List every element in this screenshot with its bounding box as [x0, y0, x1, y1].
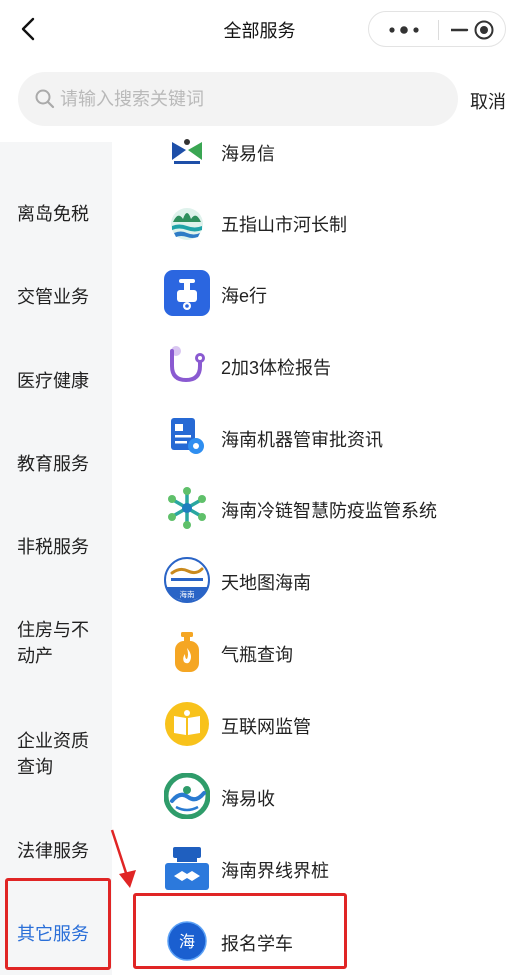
service-item-gas-cylinder[interactable]: 气瓶查询 [164, 629, 504, 675]
search-bar[interactable] [18, 72, 458, 126]
service-label: 海易收 [221, 789, 275, 809]
sidebar-item-duty-free[interactable]: 离岛免税 [17, 201, 107, 227]
category-sidebar: 离岛免税 交管业务 医疗健康 教育服务 非税服务 住房与不动产 企业资质查询 法… [0, 142, 112, 975]
more-dots-icon[interactable] [381, 22, 427, 38]
service-label: 报名学车 [221, 934, 293, 954]
service-label: 五指山市河长制 [221, 215, 347, 235]
nav-bar: 全部服务 [0, 0, 519, 58]
wuzhishan-river-chief-icon [171, 208, 203, 240]
service-label: 气瓶查询 [221, 645, 293, 665]
gas-cylinder-icon [175, 632, 199, 672]
red-arrow-icon [110, 829, 136, 888]
service-label: 海e行 [221, 286, 268, 306]
boundary-handshake-icon [165, 847, 209, 890]
snowflake-icon [168, 487, 206, 529]
scooter-icon [164, 270, 210, 316]
service-item-machine-approval[interactable]: 海南机器管审批资讯 [164, 414, 504, 460]
service-item-internet-supervision[interactable]: 互联网监管 [164, 701, 504, 747]
learn-driving-icon: 海 [167, 921, 207, 961]
sidebar-item-traffic[interactable]: 交管业务 [17, 284, 107, 310]
document-gear-icon [171, 418, 204, 454]
service-item-hai-e-xing[interactable]: 海e行 [164, 270, 504, 316]
sidebar-item-legal[interactable]: 法律服务 [17, 838, 107, 864]
service-item-hai-yi-shou[interactable]: 海易收 [164, 773, 504, 819]
search-icon [35, 89, 55, 109]
capsule-divider [438, 20, 439, 40]
service-label: 海南界线界桩 [221, 861, 329, 881]
learn-driving-icon-text: 海 [179, 932, 195, 951]
service-label: 海南冷链智慧防疫监管系统 [221, 501, 437, 521]
mini-program-capsule [368, 11, 506, 47]
service-label: 海易信 [221, 144, 275, 164]
service-item-hai-yi-xin[interactable]: 海易信 [164, 128, 504, 174]
sidebar-item-health[interactable]: 医疗健康 [17, 368, 107, 394]
tianditu-icon: 海南 [164, 557, 210, 603]
cancel-button[interactable]: 取消 [470, 88, 506, 114]
service-item-health-report[interactable]: 2加3体检报告 [164, 342, 504, 388]
sidebar-item-education[interactable]: 教育服务 [17, 451, 107, 477]
service-item-boundary[interactable]: 海南界线界桩 [164, 845, 504, 891]
service-label: 海南机器管审批资讯 [221, 430, 383, 450]
service-label: 互联网监管 [221, 717, 311, 737]
tianditu-icon-text: 海南 [180, 589, 195, 599]
stethoscope-icon [170, 346, 205, 383]
service-label: 2加3体检报告 [221, 358, 332, 378]
service-label: 天地图海南 [221, 573, 311, 593]
search-input[interactable] [60, 85, 440, 113]
hai-yi-xin-icon [172, 139, 202, 164]
service-item-learn-driving[interactable]: 海 报名学车 [164, 918, 504, 964]
service-item-tianditu[interactable]: 海南 天地图海南 [164, 557, 504, 603]
sidebar-item-enterprise[interactable]: 企业资质查询 [17, 728, 99, 780]
close-circle-icon[interactable] [451, 20, 495, 40]
service-item-cold-chain[interactable]: 海南冷链智慧防疫监管系统 [164, 485, 504, 531]
hai-yi-shou-icon [164, 773, 210, 819]
sidebar-item-housing[interactable]: 住房与不动产 [17, 617, 99, 669]
open-book-icon [165, 702, 209, 746]
sidebar-item-non-tax[interactable]: 非税服务 [17, 534, 107, 560]
service-item-river-chief[interactable]: 五指山市河长制 [164, 199, 504, 245]
highlight-box-sidebar [5, 878, 111, 970]
